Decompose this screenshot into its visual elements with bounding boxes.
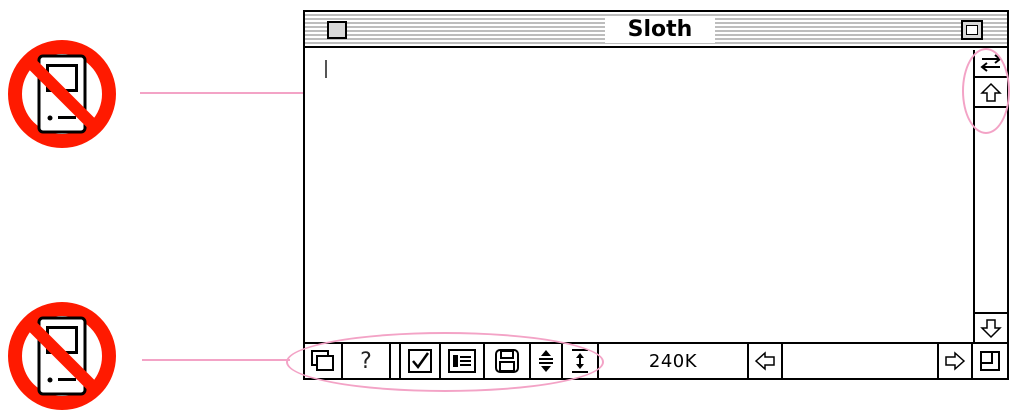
- arrow-down-icon[interactable]: [975, 312, 1007, 342]
- no-mac-icon: [6, 300, 118, 412]
- sloth-window: Sloth ? 240K: [303, 10, 1009, 380]
- highlight-scroll-controls: [962, 48, 1010, 134]
- zoom-box-icon[interactable]: [961, 20, 983, 40]
- arrow-left-icon[interactable]: [749, 344, 783, 378]
- horizontal-scroll-track[interactable]: [783, 344, 939, 378]
- window-title: Sloth: [605, 17, 715, 43]
- vertical-scroll-track[interactable]: [975, 110, 1007, 312]
- callout-line-bottom: [142, 359, 290, 361]
- highlight-toolbar-icons: [286, 332, 604, 392]
- size-box-icon[interactable]: [973, 344, 1007, 378]
- title-bar[interactable]: Sloth: [305, 12, 1007, 48]
- document-content[interactable]: [305, 50, 971, 342]
- memory-size-label: 240K: [599, 344, 749, 378]
- no-mac-icon: [6, 38, 118, 150]
- close-box-icon[interactable]: [327, 21, 347, 39]
- text-cursor: [325, 60, 327, 78]
- arrow-right-icon[interactable]: [939, 344, 973, 378]
- zoom-box-inner: [966, 25, 978, 35]
